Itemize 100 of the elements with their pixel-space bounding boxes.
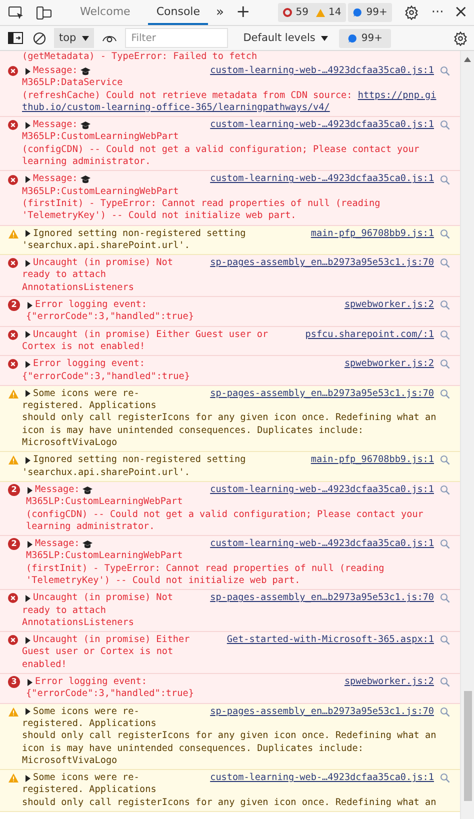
expand-icon[interactable] bbox=[27, 486, 33, 494]
source-link[interactable]: custom-learning-web-…4923dcfaa35ca0.js:1 bbox=[210, 173, 434, 186]
message-text: ready to attach bbox=[21, 604, 107, 617]
expand-icon[interactable] bbox=[27, 678, 33, 686]
message-text: MicrosoftVivaLogo bbox=[21, 437, 118, 450]
source-link[interactable]: main-pfp_96708bb9.js:1 bbox=[310, 228, 434, 240]
more-tabs-button[interactable]: » bbox=[214, 4, 226, 21]
search-icon[interactable] bbox=[440, 539, 450, 550]
message-text: 'searchux.api.sharePoint.url'. bbox=[21, 466, 191, 479]
context-select[interactable]: top bbox=[54, 28, 94, 48]
count-badge: 2 bbox=[8, 538, 20, 550]
tab[interactable]: Welcome bbox=[72, 0, 138, 25]
source-link[interactable]: custom-learning-web-…4923dcfaa35ca0.js:1 bbox=[210, 538, 434, 550]
message-text: (refreshCache) Could not retrieve metadata from CDN source: bbox=[22, 90, 354, 101]
source-link[interactable]: sp-pages-assembly_en…b2973a95e53c1.js:70 bbox=[210, 388, 434, 400]
scrollbar-thumb[interactable] bbox=[464, 691, 472, 801]
settings-icon[interactable] bbox=[451, 28, 470, 48]
message-text: Error logging event: bbox=[33, 358, 145, 371]
source-link[interactable]: custom-learning-web-…4923dcfaa35ca0.js:1 bbox=[210, 484, 434, 496]
message-text: enabled! bbox=[21, 658, 68, 672]
message-text: M365LP:CustomLearningWebPart bbox=[25, 550, 184, 563]
expand-icon[interactable] bbox=[25, 331, 31, 338]
clear-console-icon[interactable] bbox=[31, 30, 48, 46]
message-text: should only call registerIcons for any given icon once. Redefining what an bbox=[21, 796, 438, 810]
info-count-button[interactable]: 99+ bbox=[339, 28, 392, 48]
error-icon bbox=[8, 330, 18, 340]
search-icon[interactable] bbox=[440, 773, 450, 784]
source-link[interactable]: spwebworker.js:2 bbox=[344, 358, 434, 371]
info-count-button[interactable]: 99+ bbox=[348, 3, 392, 22]
search-icon[interactable] bbox=[440, 485, 450, 496]
filter-field[interactable]: Filter bbox=[125, 28, 228, 48]
message-text: registered. Applications bbox=[21, 718, 158, 730]
message-text: Ignored setting non-registered setting bbox=[33, 454, 246, 467]
url-link[interactable]: https://pnp.gi bbox=[358, 90, 436, 101]
search-icon[interactable] bbox=[440, 359, 450, 370]
source-link[interactable]: custom-learning-web-…4923dcfaa35ca0.js:1 bbox=[210, 772, 434, 784]
source-link[interactable]: Get-started-with-Microsoft-365.aspx:1 bbox=[226, 634, 434, 646]
expand-icon[interactable] bbox=[25, 636, 31, 644]
more-menu-button[interactable]: ··· bbox=[429, 4, 446, 21]
message-text: M365LP:CustomLearningWebPart bbox=[21, 186, 180, 198]
search-icon[interactable] bbox=[440, 706, 450, 717]
expand-icon[interactable] bbox=[25, 122, 31, 129]
expand-icon[interactable] bbox=[25, 360, 31, 368]
message-text: M365LP:CustomLearningWebPart bbox=[25, 496, 184, 508]
source-link[interactable]: sp-pages-assembly_en…b2973a95e53c1.js:70 bbox=[210, 706, 434, 718]
search-icon[interactable] bbox=[440, 174, 450, 185]
source-link[interactable]: spwebworker.js:2 bbox=[344, 676, 434, 688]
search-icon[interactable] bbox=[440, 258, 450, 268]
expand-icon[interactable] bbox=[25, 230, 31, 238]
close-button[interactable]: × bbox=[452, 2, 470, 23]
expand-icon[interactable] bbox=[25, 456, 31, 464]
expand-icon[interactable] bbox=[25, 260, 31, 267]
source-link[interactable]: main-pfp_96708bb9.js:1 bbox=[310, 454, 434, 467]
caret-icon bbox=[82, 36, 90, 40]
scrollbar[interactable] bbox=[460, 51, 474, 819]
expand-icon[interactable] bbox=[25, 594, 31, 602]
warning-icon bbox=[8, 773, 19, 784]
source-link[interactable]: spwebworker.js:2 bbox=[344, 299, 434, 312]
source-link[interactable]: psfcu.sharepoint.com/:1 bbox=[305, 328, 434, 341]
message-text: {"errorCode":3,"handled":true} bbox=[25, 311, 195, 324]
source-link[interactable]: sp-pages-assembly_en…b2973a95e53c1.js:70 bbox=[210, 257, 434, 270]
message-text: registered. Applications bbox=[21, 400, 158, 412]
expand-icon[interactable] bbox=[25, 390, 31, 398]
expand-icon[interactable] bbox=[25, 774, 31, 782]
search-icon[interactable] bbox=[440, 228, 450, 239]
search-icon[interactable] bbox=[440, 300, 450, 310]
message-text: Message: bbox=[33, 119, 78, 132]
expand-icon[interactable] bbox=[27, 540, 33, 548]
source-link[interactable]: custom-learning-web-…4923dcfaa35ca0.js:1 bbox=[210, 65, 434, 78]
source-link[interactable]: sp-pages-assembly_en…b2973a95e53c1.js:70 bbox=[210, 592, 434, 605]
expand-icon[interactable] bbox=[25, 68, 31, 75]
expand-icon[interactable] bbox=[27, 302, 33, 309]
message-text: 'TelemetryKey') -- Could not initialize web part. bbox=[25, 574, 302, 588]
search-icon[interactable] bbox=[440, 593, 450, 604]
message-text: Error logging event: bbox=[35, 676, 147, 688]
search-icon[interactable] bbox=[440, 66, 450, 76]
search-icon[interactable] bbox=[440, 677, 450, 688]
url-link[interactable]: thub.io/custom-learning-office-365/learningpathways/v4/ bbox=[22, 102, 330, 113]
count-badge: 3 bbox=[8, 676, 20, 688]
sidebar-icon[interactable] bbox=[6, 30, 25, 46]
issues-button[interactable]: 59 14 bbox=[278, 3, 346, 22]
add-tab-button[interactable]: + bbox=[234, 2, 252, 23]
message-text: icon is may have unintended consequences. Duplicates include: bbox=[21, 742, 364, 755]
search-icon[interactable] bbox=[440, 455, 450, 466]
search-icon[interactable] bbox=[440, 120, 450, 130]
search-icon[interactable] bbox=[440, 388, 450, 399]
search-icon[interactable] bbox=[440, 635, 450, 646]
warning-icon bbox=[316, 8, 324, 16]
count-badge: 2 bbox=[8, 299, 20, 312]
message-text: Uncaught (in promise) Not bbox=[33, 257, 173, 270]
expand-icon[interactable] bbox=[25, 176, 31, 184]
caret-icon bbox=[321, 36, 328, 40]
error-icon bbox=[282, 8, 292, 17]
expand-icon[interactable] bbox=[25, 708, 31, 716]
scroll-up-icon bbox=[464, 57, 471, 62]
source-link[interactable]: custom-learning-web-…4923dcfaa35ca0.js:1 bbox=[210, 119, 434, 132]
search-icon[interactable] bbox=[440, 330, 450, 340]
error-icon bbox=[8, 120, 18, 130]
device-icon[interactable] bbox=[34, 4, 54, 22]
levels-select[interactable]: Default levels bbox=[238, 28, 334, 48]
